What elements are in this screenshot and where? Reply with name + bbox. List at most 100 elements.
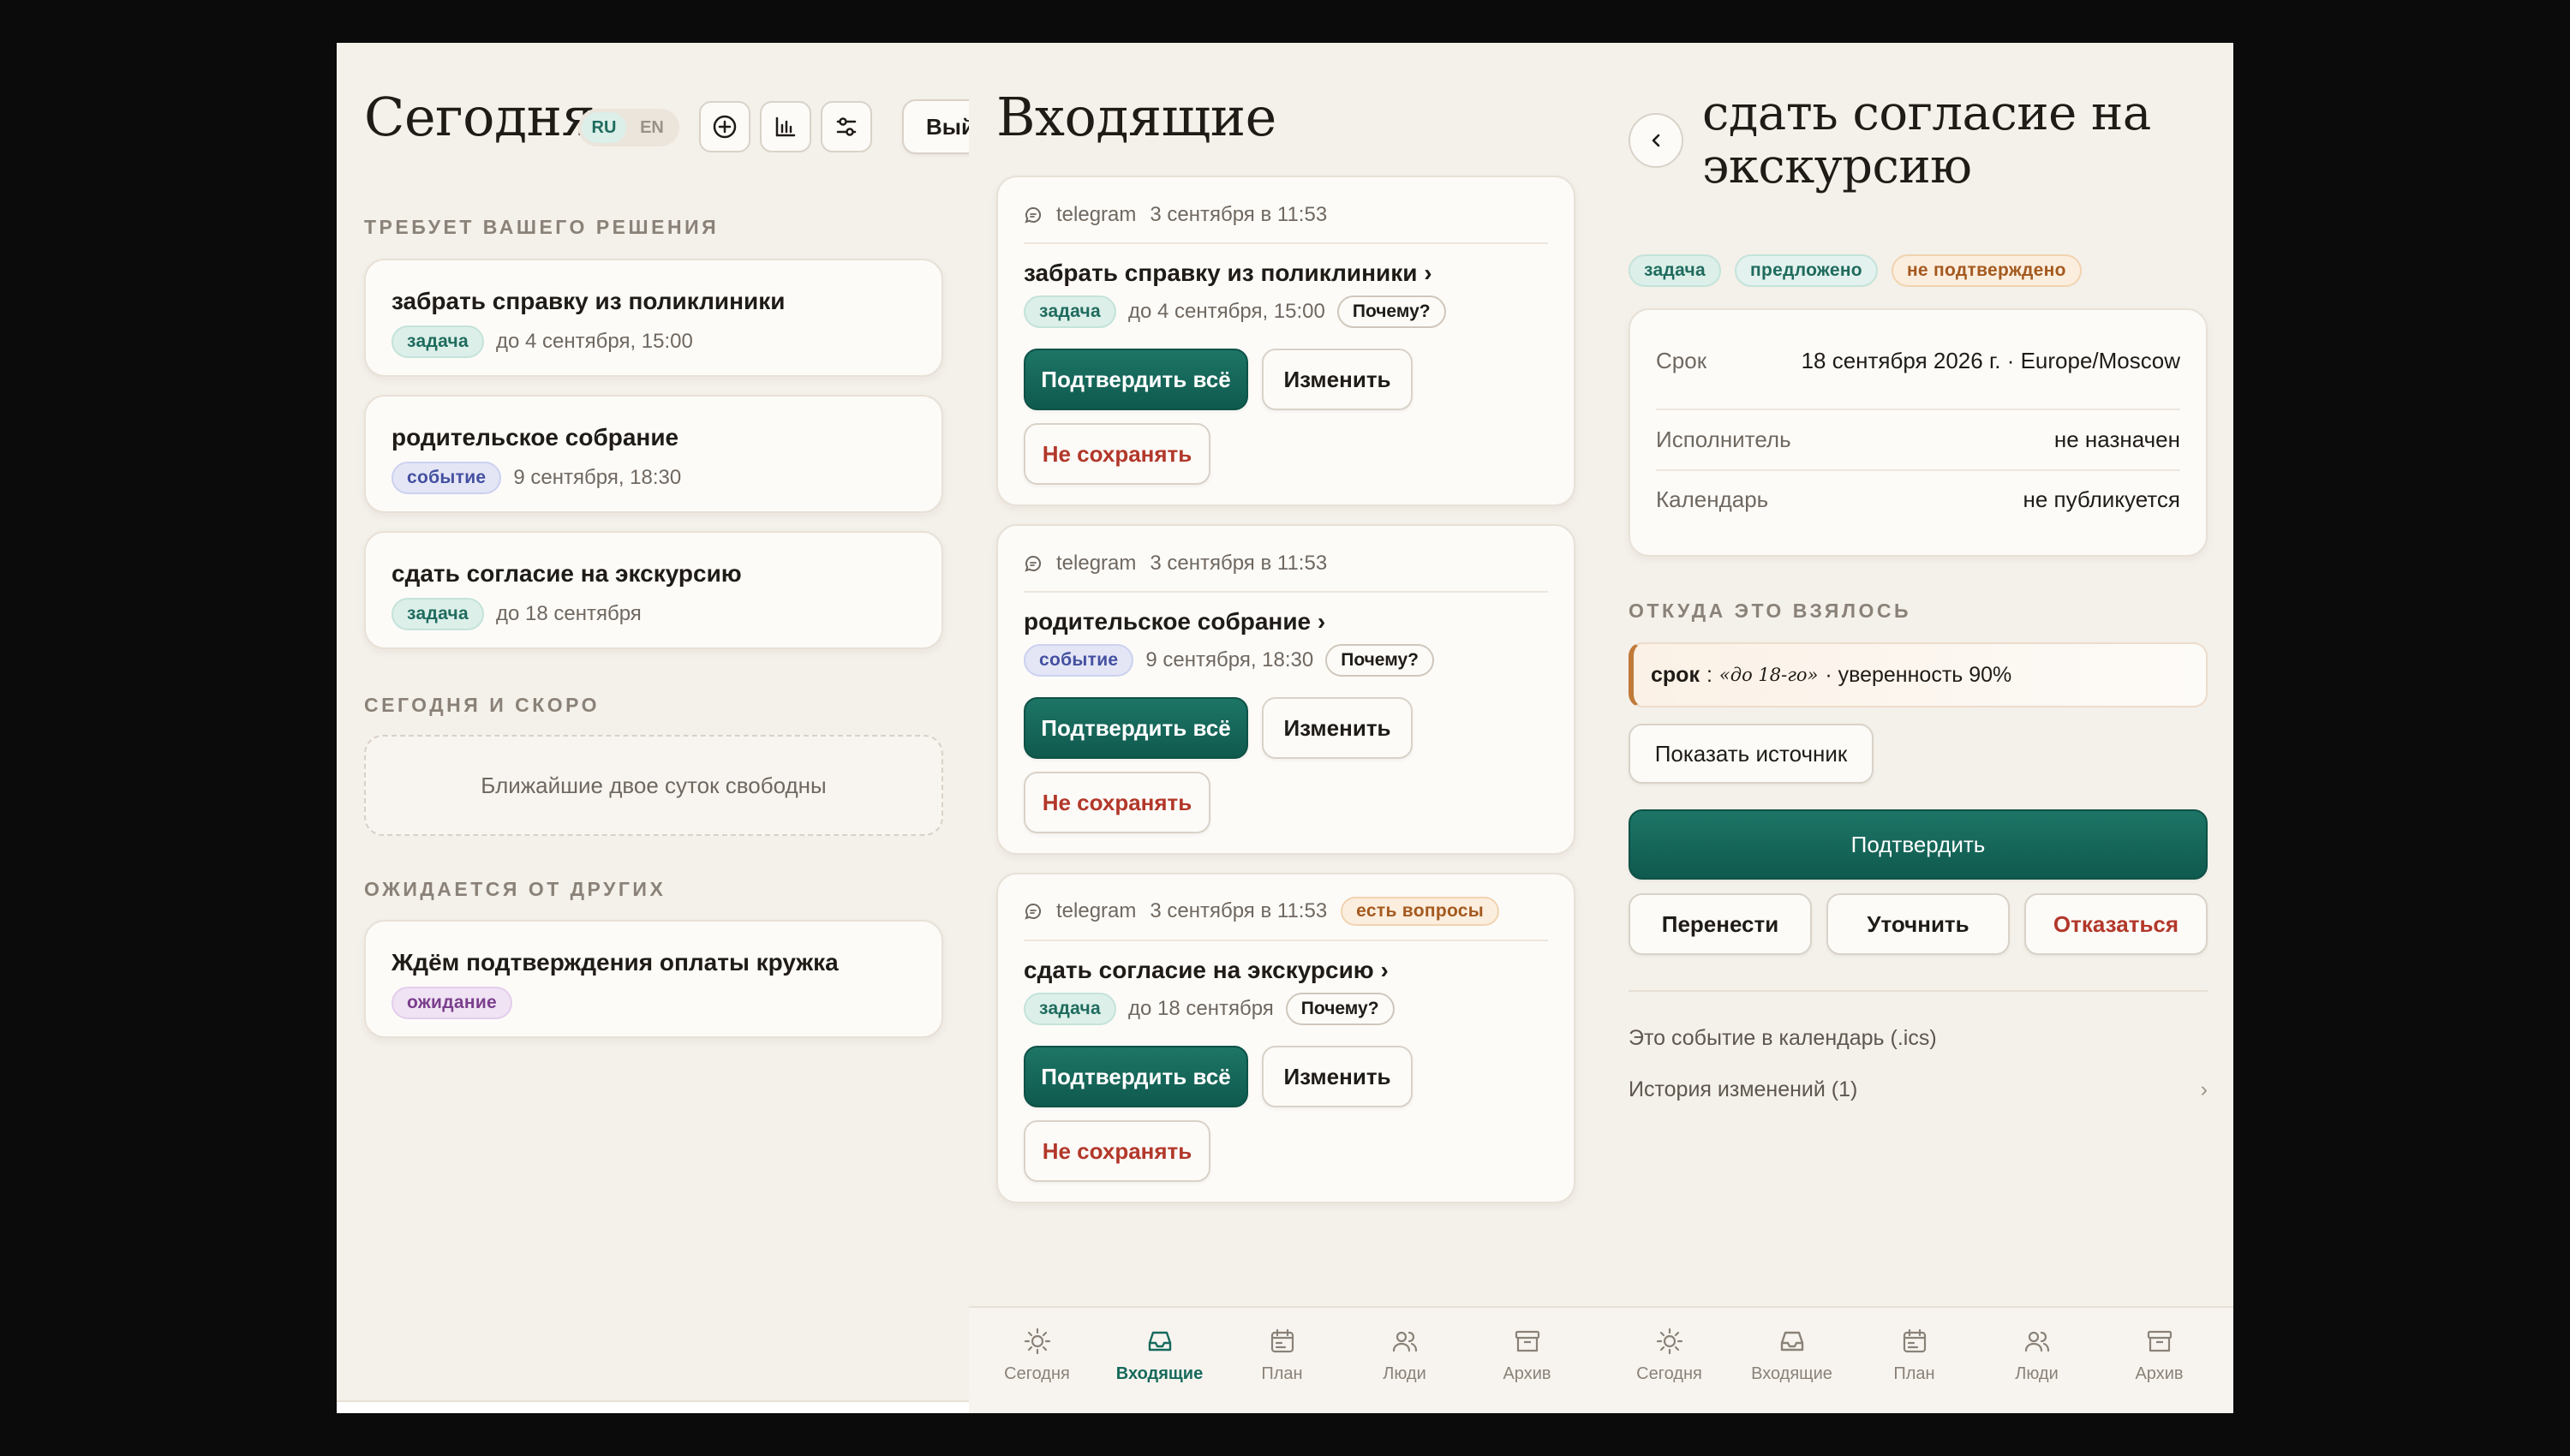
inbox-icon bbox=[1148, 1331, 1171, 1351]
divider bbox=[1656, 469, 2180, 471]
today-item-card[interactable]: родительское собрание событие 9 сентября… bbox=[364, 395, 943, 513]
waiting-item-title: Ждём подтверждения оплаты кружка bbox=[391, 949, 839, 976]
show-source-button[interactable]: Показать источник bbox=[1629, 724, 1874, 784]
confirm-all-button[interactable]: Подтвердить всё bbox=[1024, 349, 1248, 410]
edit-button[interactable]: Изменить bbox=[1262, 1046, 1413, 1107]
chat-bubble-icon bbox=[1025, 555, 1041, 572]
section-label-soon: СЕГОДНЯ И СКОРО bbox=[364, 694, 601, 716]
detail-pane: сдать согласие на экскурсию задача предл… bbox=[1603, 43, 2233, 1306]
source-label: telegram bbox=[1056, 203, 1137, 226]
nav-item-today[interactable]: Сегодня bbox=[976, 1308, 1098, 1402]
nav-item-inbox[interactable]: Входящие bbox=[1730, 1308, 1853, 1402]
field-value: 18 сентября 2026 г. · Europe/Moscow bbox=[1801, 348, 2180, 373]
dont-save-button[interactable]: Не сохранять bbox=[1024, 423, 1210, 485]
history-row[interactable]: История изменений (1) › bbox=[1629, 1077, 2208, 1102]
lang-en[interactable]: EN bbox=[630, 112, 674, 143]
today-item-title: родительское собрание bbox=[391, 424, 679, 451]
dont-save-button[interactable]: Не сохранять bbox=[1024, 1120, 1210, 1182]
details-card: Срок 18 сентября 2026 г. · Europe/Moscow… bbox=[1629, 308, 2208, 557]
field-value: не публикуется bbox=[2023, 486, 2181, 512]
reschedule-button[interactable]: Перенести bbox=[1629, 893, 1812, 955]
divider bbox=[1629, 990, 2208, 992]
history-label: История изменений (1) bbox=[1629, 1077, 1858, 1101]
people-icon bbox=[2024, 1331, 2049, 1352]
today-item-card[interactable]: забрать справку из поликлиники задача до… bbox=[364, 259, 943, 377]
inbox-item-meta: до 4 сентября, 15:00 bbox=[1128, 300, 1325, 323]
nav-item-people[interactable]: Люди bbox=[1975, 1308, 2098, 1402]
inbox-item-title[interactable]: забрать справку из поликлиники › bbox=[1024, 260, 1432, 287]
lang-ru[interactable]: RU bbox=[582, 112, 626, 143]
field-row-calendar[interactable]: Календарь не публикуется bbox=[1656, 486, 2180, 513]
nav-item-archive[interactable]: Архив bbox=[1466, 1308, 1588, 1402]
detail-title-line1: сдать согласие на bbox=[1702, 86, 2151, 141]
nav-item-plan[interactable]: План bbox=[1853, 1308, 1975, 1402]
why-button[interactable]: Почему? bbox=[1285, 993, 1395, 1025]
archive-icon bbox=[1515, 1330, 1539, 1352]
dont-save-button[interactable]: Не сохранять bbox=[1024, 772, 1210, 833]
edit-button[interactable]: Изменить bbox=[1262, 349, 1413, 410]
back-button[interactable] bbox=[1629, 113, 1683, 168]
empty-soon-box: Ближайшие двое суток свободны bbox=[364, 735, 943, 836]
inbox-item-title[interactable]: родительское собрание › bbox=[1024, 608, 1325, 636]
nav-item-archive[interactable]: Архив bbox=[2098, 1308, 2220, 1402]
evidence-box: срок: «до 18-го» · уверенность 90% bbox=[1629, 642, 2208, 707]
chat-bubble-icon bbox=[1025, 206, 1041, 224]
waiting-item-card[interactable]: Ждём подтверждения оплаты кружка ожидани… bbox=[364, 920, 943, 1038]
task-tag: задача bbox=[391, 598, 484, 630]
why-button[interactable]: Почему? bbox=[1325, 644, 1434, 677]
today-item-card[interactable]: сдать согласие на экскурсию задача до 18… bbox=[364, 531, 943, 649]
timestamp: 3 сентября в 11:53 bbox=[1150, 552, 1328, 575]
chevron-right-icon: › bbox=[2200, 1077, 2208, 1101]
sun-icon bbox=[1656, 1328, 1682, 1354]
calendar-icon bbox=[1903, 1328, 1926, 1352]
timestamp: 3 сентября в 11:53 bbox=[1150, 899, 1328, 922]
ics-link[interactable]: Это событие в календарь (.ics) bbox=[1629, 1026, 1937, 1051]
divider bbox=[1024, 591, 1548, 593]
language-switch: RU EN bbox=[578, 109, 679, 146]
nav-item-people[interactable]: Люди bbox=[1343, 1308, 1466, 1402]
archive-icon bbox=[2147, 1330, 2172, 1352]
page-title: Сегодня bbox=[364, 86, 595, 148]
detail-title: сдать согласие на экскурсию bbox=[1702, 87, 2151, 194]
event-tag: событие bbox=[1024, 644, 1134, 677]
nav-label: Сегодня bbox=[1004, 1364, 1070, 1383]
task-tag: задача bbox=[1024, 295, 1116, 328]
inbox-title: Входящие bbox=[996, 86, 1276, 148]
nav-item-today[interactable]: Сегодня bbox=[1608, 1308, 1730, 1402]
evidence-key: срок bbox=[1651, 662, 1700, 687]
field-row-assignee[interactable]: Исполнитель не назначен bbox=[1656, 427, 2180, 453]
exit-button[interactable]: Выйти bbox=[902, 99, 969, 154]
today-pane: Сегодня RU EN Выйти ТРЕБУЕТ ВАШЕГО РЕШЕН… bbox=[337, 43, 969, 1400]
evidence-quote: «до 18-го» bbox=[1718, 665, 1819, 685]
clarify-button[interactable]: Уточнить bbox=[1826, 893, 2010, 955]
divider bbox=[1024, 940, 1548, 941]
decline-button[interactable]: Отказаться bbox=[2024, 893, 2208, 955]
nav-item-inbox[interactable]: Входящие bbox=[1098, 1308, 1221, 1402]
section-label-others: ОЖИДАЕТСЯ ОТ ДРУГИХ bbox=[364, 878, 666, 900]
nav-label: Архив bbox=[2135, 1364, 2184, 1383]
nav-item-plan[interactable]: План bbox=[1221, 1308, 1343, 1402]
section-label-origin: ОТКУДА ЭТО ВЗЯЛОСЬ bbox=[1629, 600, 1912, 622]
timestamp: 3 сентября в 11:53 bbox=[1150, 203, 1328, 226]
confirm-button[interactable]: Подтвердить bbox=[1629, 809, 2208, 880]
today-item-meta: до 4 сентября, 15:00 bbox=[496, 330, 693, 353]
field-row-deadline[interactable]: Срок 18 сентября 2026 г. · Europe/Moscow bbox=[1656, 348, 2180, 374]
why-button[interactable]: Почему? bbox=[1336, 295, 1446, 328]
task-tag: задача bbox=[1629, 254, 1721, 287]
inbox-item-title[interactable]: сдать согласие на экскурсию › bbox=[1024, 957, 1389, 984]
divider bbox=[1656, 409, 2180, 410]
edit-button[interactable]: Изменить bbox=[1262, 697, 1413, 759]
inbox-item-meta: до 18 сентября bbox=[1128, 997, 1274, 1020]
confirm-all-button[interactable]: Подтвердить всё bbox=[1024, 1046, 1248, 1107]
section-label-decision: ТРЕБУЕТ ВАШЕГО РЕШЕНИЯ bbox=[364, 216, 720, 238]
add-button[interactable] bbox=[699, 101, 750, 152]
people-icon bbox=[1392, 1331, 1417, 1352]
confirm-all-button[interactable]: Подтвердить всё bbox=[1024, 697, 1248, 759]
nav-label: Входящие bbox=[1751, 1364, 1832, 1383]
calendar-icon bbox=[1270, 1328, 1294, 1352]
settings-button[interactable] bbox=[821, 101, 872, 152]
nav-label: Люди bbox=[2015, 1364, 2059, 1383]
divider bbox=[1024, 242, 1548, 244]
stats-button[interactable] bbox=[760, 101, 811, 152]
inbox-card: telegram 3 сентября в 11:53 родительское… bbox=[996, 524, 1575, 855]
